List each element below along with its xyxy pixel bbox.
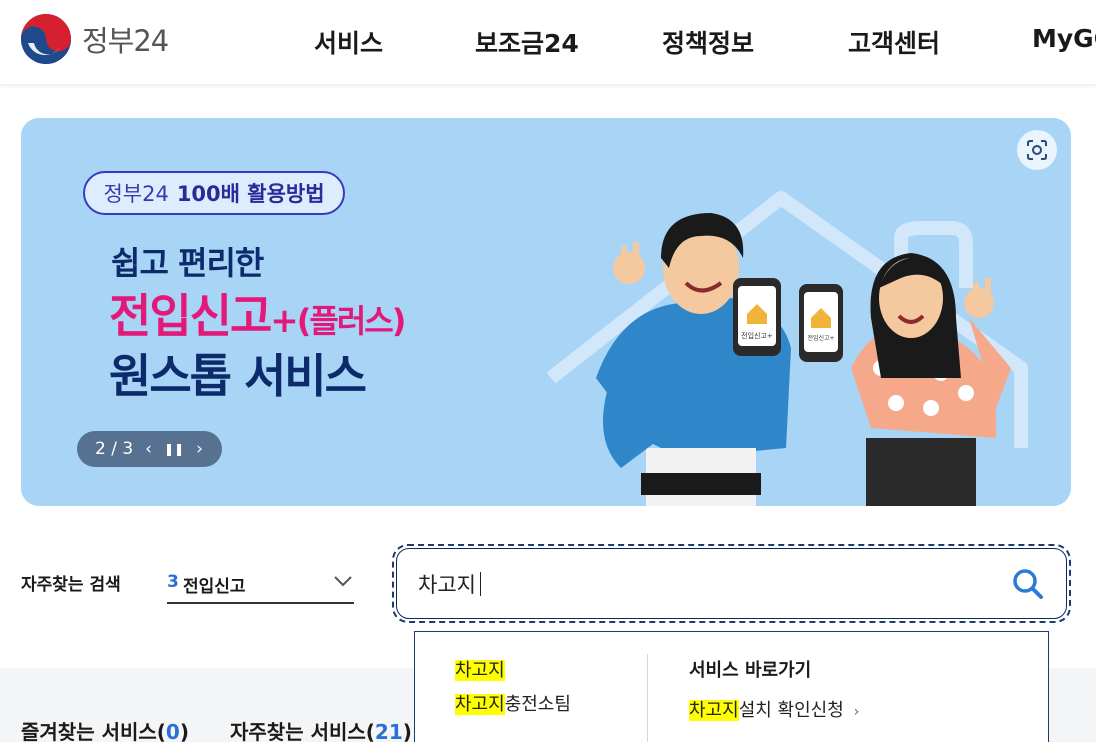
banner-headline-1: 쉽고 편리한	[111, 244, 264, 282]
slide-controls: 2 / 3 ‹ ❚❚ ›	[77, 431, 222, 467]
banner-headline-2-sub: (플러스)	[296, 302, 407, 340]
chevron-right-icon: ›	[853, 704, 860, 720]
site-header: 정부24 서비스 보조금24 정책정보 고객센터 MyGOV	[0, 0, 1096, 84]
shortcut-header: 서비스 바로가기	[689, 660, 812, 681]
suggestion-rest: 충전소팀	[504, 694, 571, 715]
search-input[interactable]	[418, 566, 978, 602]
promo-banner[interactable]: 전입신고+ 전입신고+ 정부24 100배 활용방법 쉽고 편리한 전입신고+(…	[21, 118, 1071, 506]
banner-headline-2: 전입신고+(플러스)	[109, 280, 407, 346]
tab-frequent-count: 21	[374, 720, 403, 742]
banner-pill-brand: 정부24	[103, 182, 169, 206]
woman-phone-label: 전입신고+	[807, 334, 834, 342]
search-box	[392, 544, 1071, 623]
search-icon[interactable]	[1010, 566, 1046, 602]
nav-subsidy24[interactable]: 보조금24	[475, 24, 579, 60]
shortcut-highlight: 차고지	[689, 700, 739, 721]
shortcut-link[interactable]: 차고지설치 확인신청 ›	[689, 696, 859, 722]
nav-policy-info[interactable]: 정책정보	[662, 24, 754, 60]
capture-icon	[1027, 140, 1047, 160]
frequent-search-term: 전입신고	[183, 577, 246, 597]
tab-favorite-count: 0	[165, 720, 180, 742]
pause-icon[interactable]: ❚❚	[164, 442, 184, 456]
shortcut-rest: 설치 확인신청	[738, 700, 844, 721]
screen-capture-button[interactable]	[1017, 130, 1057, 170]
tab-favorite-label: 즐겨찾는 서비스	[21, 720, 157, 742]
frequent-search-rank: 3	[167, 572, 179, 592]
banner-pill-text: 100배 활용방법	[176, 182, 325, 206]
prev-slide-icon[interactable]: ‹	[145, 439, 152, 459]
banner-pill: 정부24 100배 활용방법	[83, 171, 345, 215]
nav-service[interactable]: 서비스	[314, 24, 383, 60]
next-slide-icon[interactable]: ›	[196, 439, 203, 459]
nav-mygov[interactable]: MyGOV	[1032, 24, 1096, 53]
chevron-down-icon	[334, 576, 352, 587]
suggestion-item[interactable]: 차고지	[455, 656, 505, 682]
tab-frequent-label: 자주찾는 서비스	[230, 720, 366, 742]
suggestion-item[interactable]: 차고지충전소팀	[455, 690, 571, 716]
suggestion-highlight: 차고지	[455, 694, 505, 715]
main-nav: 서비스 보조금24 정책정보 고객센터 MyGOV	[0, 24, 1096, 60]
tab-frequent-services[interactable]: 자주찾는 서비스(21)	[230, 716, 412, 742]
banner-headline-2-main: 전입신고	[109, 289, 272, 343]
slide-counter: 2 / 3	[95, 439, 134, 459]
frequent-search-label: 자주찾는 검색	[21, 575, 121, 595]
nav-customer-center[interactable]: 고객센터	[848, 24, 940, 60]
man-phone-label: 전입신고+	[741, 331, 773, 340]
text-caret	[480, 572, 481, 596]
autocomplete-dropdown: 차고지 차고지충전소팀 서비스 바로가기 차고지설치 확인신청 ›	[414, 631, 1049, 742]
tab-favorite-services[interactable]: 즐겨찾는 서비스(0)	[21, 716, 189, 742]
frequent-search-select[interactable]: 3 전입신고	[167, 562, 354, 604]
banner-headline-3: 원스톱 서비스	[109, 349, 367, 403]
suggestion-highlight: 차고지	[455, 660, 505, 681]
banner-headline-2-plus: +	[270, 301, 298, 341]
autocomplete-divider	[647, 654, 648, 742]
